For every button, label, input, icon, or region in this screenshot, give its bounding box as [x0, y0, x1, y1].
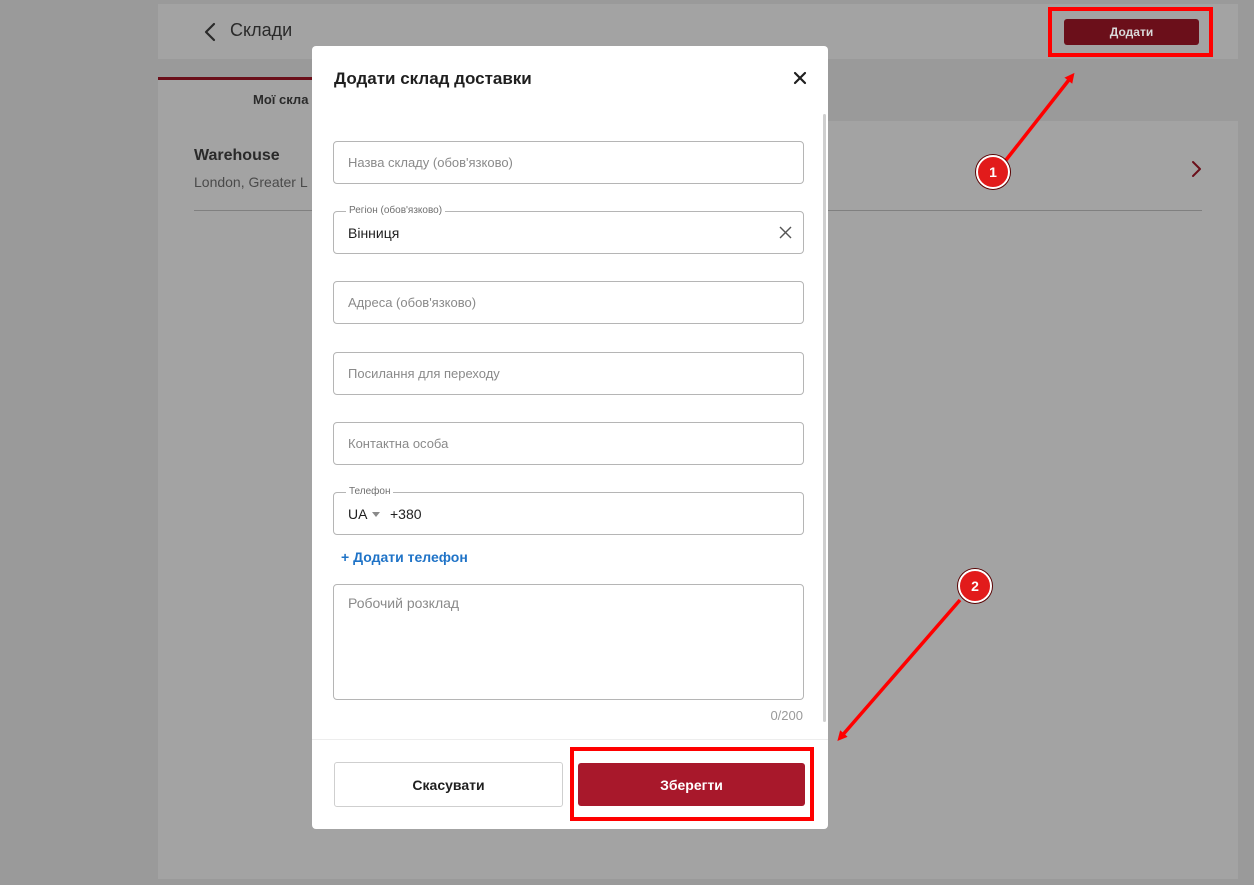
tab-label: Мої скла	[253, 92, 309, 107]
link-input[interactable]	[348, 353, 778, 394]
caret-down-icon[interactable]	[372, 512, 380, 517]
chevron-left-icon[interactable]	[200, 20, 220, 44]
region-value: Вінниця	[348, 225, 400, 241]
step-badge-2: 2	[958, 569, 992, 603]
region-field[interactable]: Регіон (обов'язково) Вінниця	[333, 205, 804, 254]
phone-field[interactable]: Телефон UA +380	[333, 486, 804, 535]
schedule-field	[333, 584, 804, 700]
modal-scrollbar[interactable]	[823, 114, 826, 722]
contact-input[interactable]	[348, 423, 778, 464]
cancel-button[interactable]: Скасувати	[334, 762, 563, 807]
address-input[interactable]	[348, 282, 778, 323]
warehouse-name[interactable]: Warehouse	[194, 147, 280, 165]
step-badge-1: 1	[976, 155, 1010, 189]
contact-field	[333, 422, 804, 465]
close-icon[interactable]	[792, 70, 808, 86]
add-warehouse-modal: Додати склад доставки Регіон (обов'язков…	[312, 46, 828, 829]
region-label: Регіон (обов'язково)	[346, 205, 446, 217]
warehouse-name-input[interactable]	[348, 142, 778, 183]
footer-divider	[312, 739, 828, 740]
add-phone-link[interactable]: + Додати телефон	[341, 549, 468, 565]
phone-input[interactable]: +380	[390, 506, 422, 522]
char-counter: 0/200	[770, 708, 803, 723]
highlight-add-button	[1048, 7, 1213, 57]
address-field	[333, 281, 804, 324]
warehouse-name-field	[333, 141, 804, 184]
modal-title: Додати склад доставки	[334, 69, 532, 88]
phone-label: Телефон	[346, 486, 394, 498]
warehouse-address: London, Greater L	[194, 174, 308, 190]
schedule-textarea[interactable]	[348, 595, 788, 691]
clear-icon[interactable]	[778, 225, 793, 240]
highlight-save-button	[570, 747, 814, 821]
chevron-right-icon[interactable]	[1190, 158, 1204, 180]
country-select[interactable]: UA	[348, 506, 367, 522]
page-title[interactable]: Склади	[230, 20, 292, 41]
link-field	[333, 352, 804, 395]
